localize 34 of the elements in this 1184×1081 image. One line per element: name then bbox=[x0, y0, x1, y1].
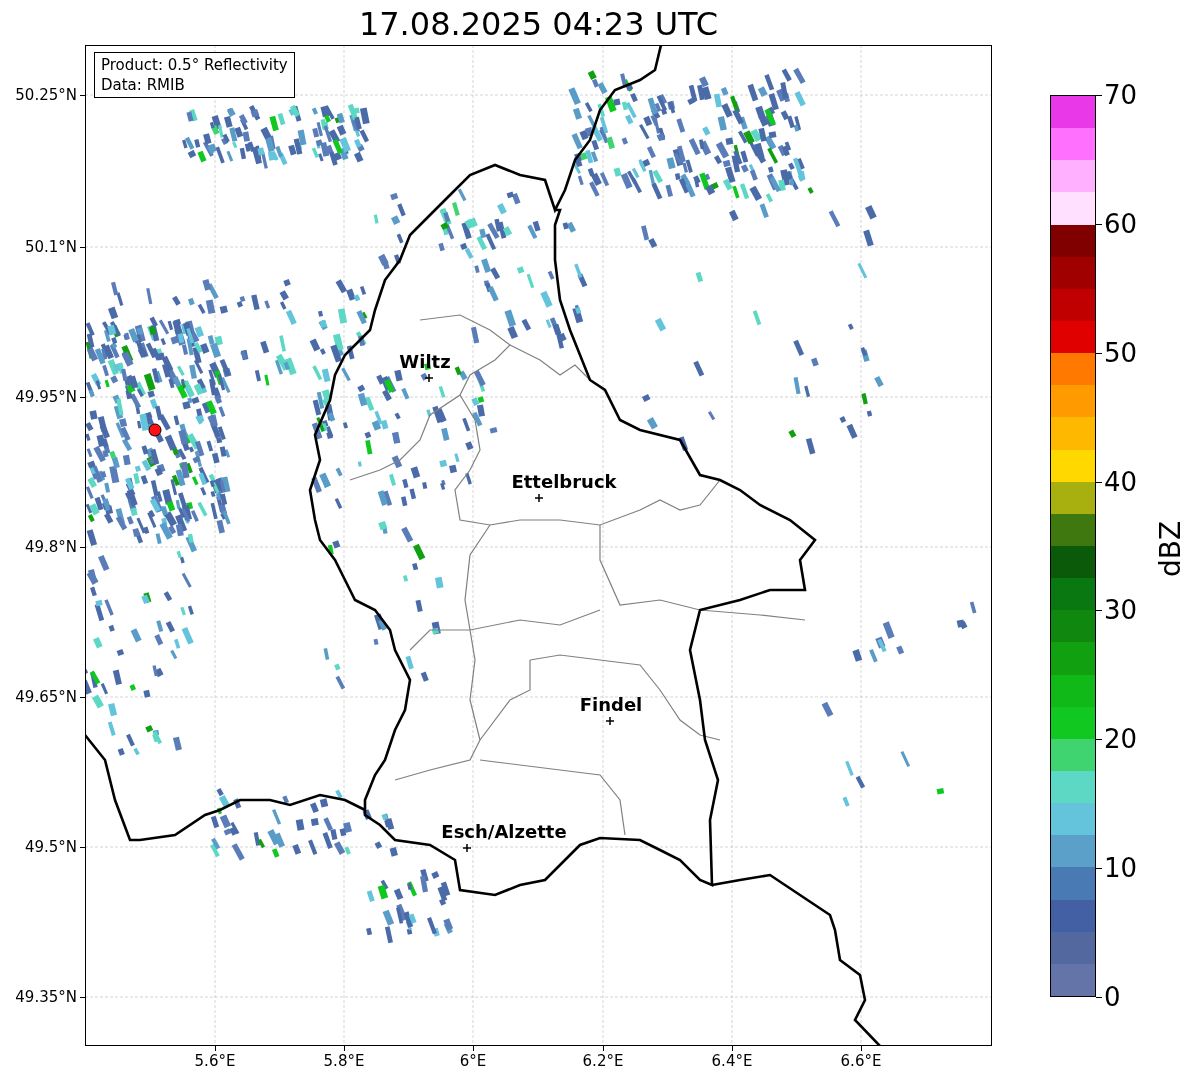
city-label: Findel bbox=[579, 695, 643, 715]
longitude-tick-label: 6.4°E bbox=[711, 1052, 753, 1070]
colorbar-tick-label: 40 bbox=[1104, 466, 1138, 497]
plot-title: 17.08.2025 04:23 UTC bbox=[357, 4, 720, 44]
longitude-tick-label: 6.2°E bbox=[582, 1052, 624, 1070]
city-marker-icon bbox=[462, 843, 472, 853]
colorbar-tick-label: 60 bbox=[1104, 208, 1138, 239]
colorbar-tick-label: 10 bbox=[1104, 853, 1138, 884]
city-marker-icon bbox=[605, 716, 615, 726]
colorbar-axis-label: dBZ bbox=[1154, 520, 1184, 578]
colorbar-tick-label: 0 bbox=[1104, 982, 1121, 1012]
city-marker-icon bbox=[534, 493, 544, 503]
colorbar-tick-label: 30 bbox=[1104, 595, 1138, 626]
longitude-tick-label: 6.6°E bbox=[840, 1052, 882, 1070]
city-label: Wiltz bbox=[399, 352, 451, 372]
latitude-tick-label: 49.8°N bbox=[24, 538, 77, 556]
longitude-tick-label: 6°E bbox=[459, 1052, 487, 1070]
latitude-tick-label: 49.95°N bbox=[15, 388, 77, 406]
latitude-tick-label: 49.35°N bbox=[15, 988, 77, 1006]
colorbar-tick-label: 50 bbox=[1104, 337, 1138, 368]
latitude-tick-label: 49.65°N bbox=[15, 688, 77, 706]
colorbar-tick-label: 70 bbox=[1104, 80, 1138, 110]
city-label: Ettelbruck bbox=[511, 472, 617, 492]
latitude-tick-label: 50.25°N bbox=[15, 86, 77, 104]
radar-site-icon bbox=[148, 423, 162, 437]
latitude-tick-label: 50.1°N bbox=[24, 238, 77, 256]
colorbar-tick-label: 20 bbox=[1104, 724, 1138, 755]
info-text: Product: 0.5° Reflectivity bbox=[101, 55, 288, 75]
city-label: Esch/Alzette bbox=[441, 822, 567, 842]
latitude-tick-label: 49.5°N bbox=[24, 838, 77, 856]
info-text: Data: RMIB bbox=[101, 75, 186, 95]
longitude-tick-label: 5.8°E bbox=[323, 1052, 365, 1070]
longitude-tick-label: 5.6°E bbox=[194, 1052, 236, 1070]
city-marker-icon bbox=[424, 373, 434, 383]
